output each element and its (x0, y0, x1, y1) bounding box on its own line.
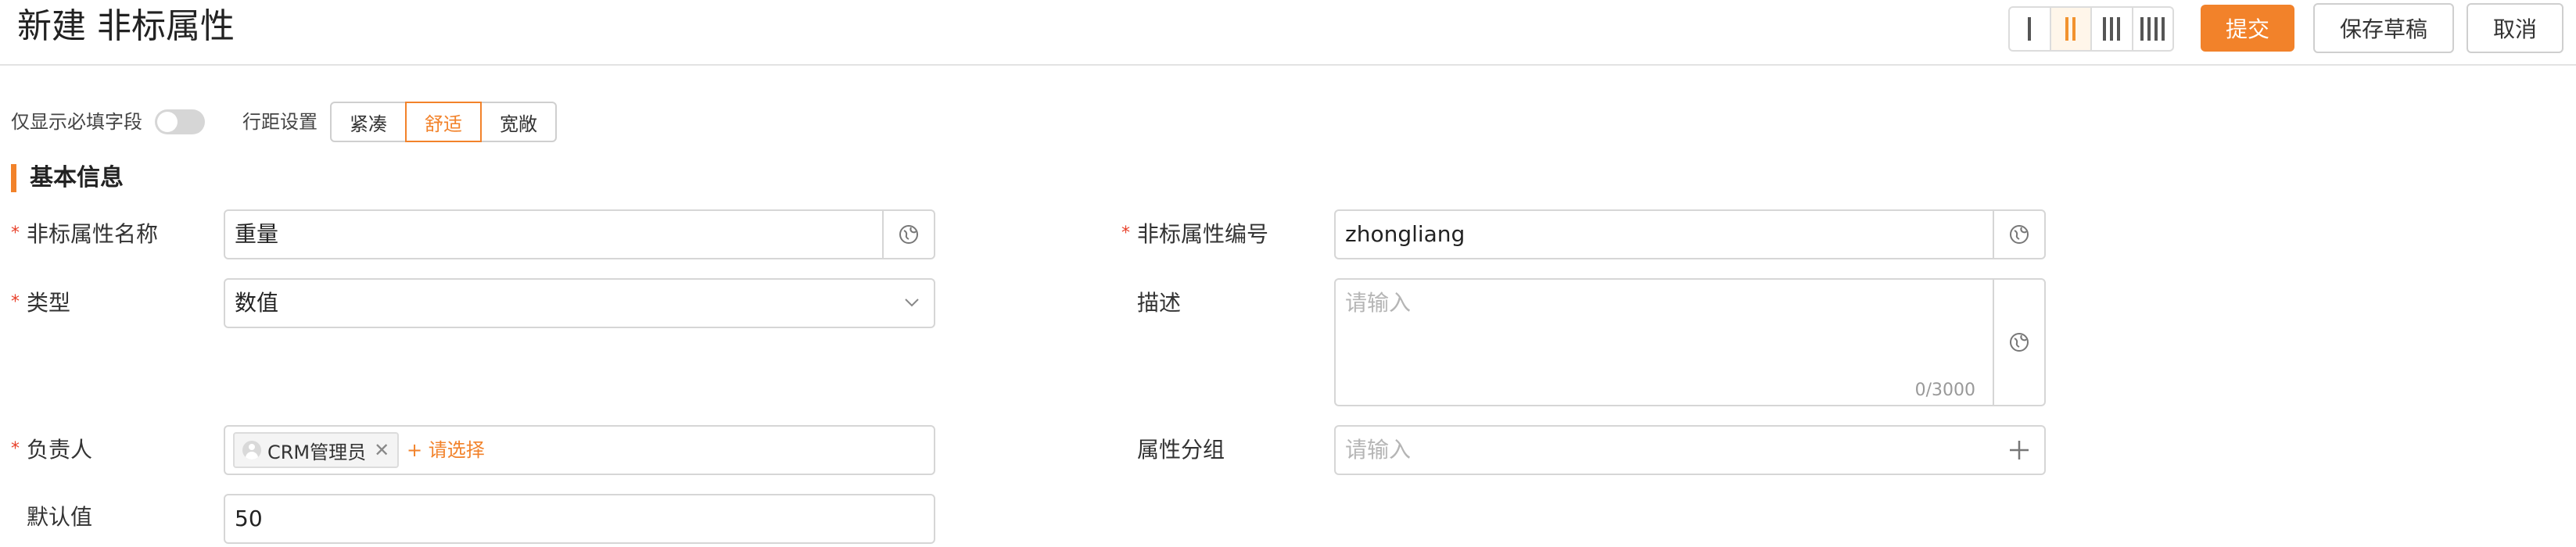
group-label: 属性分组 (1137, 437, 1225, 463)
type-select[interactable]: 数值 (224, 278, 935, 328)
globe-icon (2010, 333, 2029, 352)
spacing-comfortable-button[interactable]: 舒适 (405, 102, 482, 142)
three-column-icon (2103, 17, 2121, 41)
submit-button[interactable]: 提交 (2201, 5, 2294, 52)
cancel-button[interactable]: 取消 (2467, 3, 2563, 53)
required-mark: * (11, 292, 20, 312)
row-spacing-label: 行距设置 (242, 111, 318, 133)
group-placeholder: 请输入 (1345, 437, 1412, 463)
save-draft-button[interactable]: 保存草稿 (2313, 3, 2454, 53)
four-column-icon (2140, 17, 2165, 41)
three-column-button[interactable] (2092, 8, 2133, 50)
name-label: 非标属性名称 (27, 221, 159, 247)
type-value: 数值 (235, 290, 279, 316)
page-title: 新建 非标属性 (17, 6, 235, 46)
toggle-knob (157, 112, 178, 132)
required-mark: * (11, 439, 20, 459)
group-field[interactable]: 请输入 (1334, 425, 2046, 475)
type-label: 类型 (27, 290, 71, 316)
row-spacing-group: 紧凑 舒适 宽敞 (330, 102, 557, 142)
spacing-compact-button[interactable]: 紧凑 (330, 102, 407, 142)
required-only-toggle[interactable] (155, 109, 205, 134)
description-translate-button[interactable] (1993, 280, 2044, 405)
required-mark: * (11, 223, 20, 243)
owner-tag: CRM管理员 ✕ (233, 432, 400, 468)
owner-field[interactable]: CRM管理员 ✕ + 请选择 (224, 425, 935, 475)
name-value: 重量 (235, 221, 279, 247)
default-label: 默认值 (27, 504, 93, 530)
section-accent-bar (11, 164, 16, 192)
globe-icon (899, 225, 918, 244)
default-value-field[interactable]: 50 (224, 494, 935, 544)
chevron-down-icon (905, 299, 919, 307)
code-value: zhongliang (1345, 221, 1466, 247)
four-column-button[interactable] (2133, 8, 2173, 50)
description-char-counter: 0/3000 (1914, 381, 1975, 400)
default-value: 50 (235, 506, 263, 531)
name-translate-button[interactable] (882, 211, 934, 258)
plus-icon[interactable] (2008, 439, 2030, 461)
code-field[interactable]: zhongliang (1334, 209, 2046, 259)
column-layout-switch (2008, 6, 2174, 52)
two-column-icon (2065, 17, 2076, 41)
owner-label: 负责人 (27, 437, 93, 463)
required-only-label: 仅显示必填字段 (11, 111, 142, 133)
description-textarea[interactable]: 请输入 0/3000 (1334, 278, 2046, 406)
avatar (242, 441, 261, 459)
name-field[interactable]: 重量 (224, 209, 935, 259)
spacing-loose-button[interactable]: 宽敞 (480, 102, 557, 142)
required-mark: * (1121, 223, 1130, 243)
code-label: 非标属性编号 (1137, 221, 1269, 247)
owner-add-link[interactable]: + 请选择 (407, 436, 485, 464)
section-title: 基本信息 (30, 164, 124, 191)
code-translate-button[interactable] (1993, 211, 2044, 258)
remove-tag-icon[interactable]: ✕ (374, 439, 389, 461)
two-column-button[interactable] (2050, 8, 2092, 50)
one-column-button[interactable] (2010, 8, 2051, 50)
globe-icon (2010, 225, 2029, 244)
header-divider (0, 64, 2576, 66)
description-placeholder: 请输入 (1345, 290, 1412, 316)
owner-tag-label: CRM管理员 (267, 441, 367, 463)
one-column-icon (2028, 17, 2032, 41)
description-label: 描述 (1137, 290, 1182, 316)
